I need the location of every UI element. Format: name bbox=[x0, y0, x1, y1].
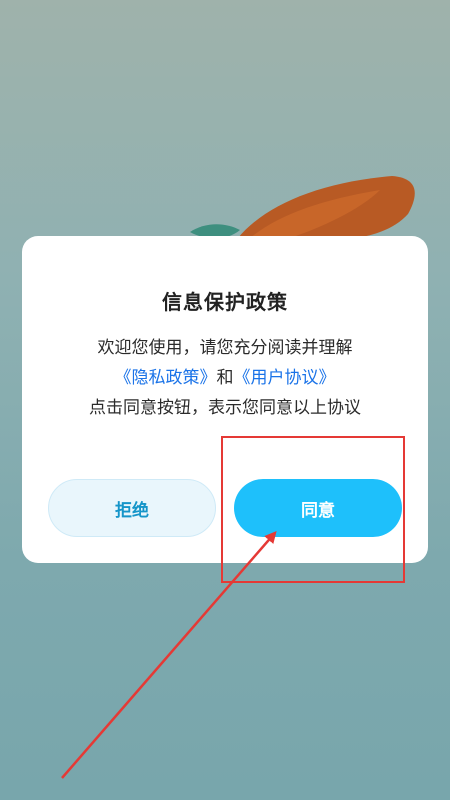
message-line-welcome: 欢迎您使用，请您充分阅读并理解 bbox=[97, 338, 353, 358]
user-agreement-link[interactable]: 《用户协议》 bbox=[234, 368, 336, 388]
reject-button[interactable]: 拒绝 bbox=[48, 479, 216, 537]
agree-button[interactable]: 同意 bbox=[234, 479, 402, 537]
message-line-consent: 点击同意按钮，表示您同意以上协议 bbox=[89, 398, 361, 418]
dialog-title: 信息保护政策 bbox=[162, 290, 288, 314]
privacy-policy-dialog: 信息保护政策 欢迎您使用，请您充分阅读并理解 《隐私政策》和《用户协议》 点击同… bbox=[22, 236, 428, 563]
privacy-policy-link[interactable]: 《隐私政策》 bbox=[115, 368, 217, 388]
dialog-message: 欢迎您使用，请您充分阅读并理解 《隐私政策》和《用户协议》 点击同意按钮，表示您… bbox=[40, 333, 410, 423]
message-line-links: 《隐私政策》和《用户协议》 bbox=[40, 363, 410, 393]
conjunction-text: 和 bbox=[216, 368, 234, 388]
